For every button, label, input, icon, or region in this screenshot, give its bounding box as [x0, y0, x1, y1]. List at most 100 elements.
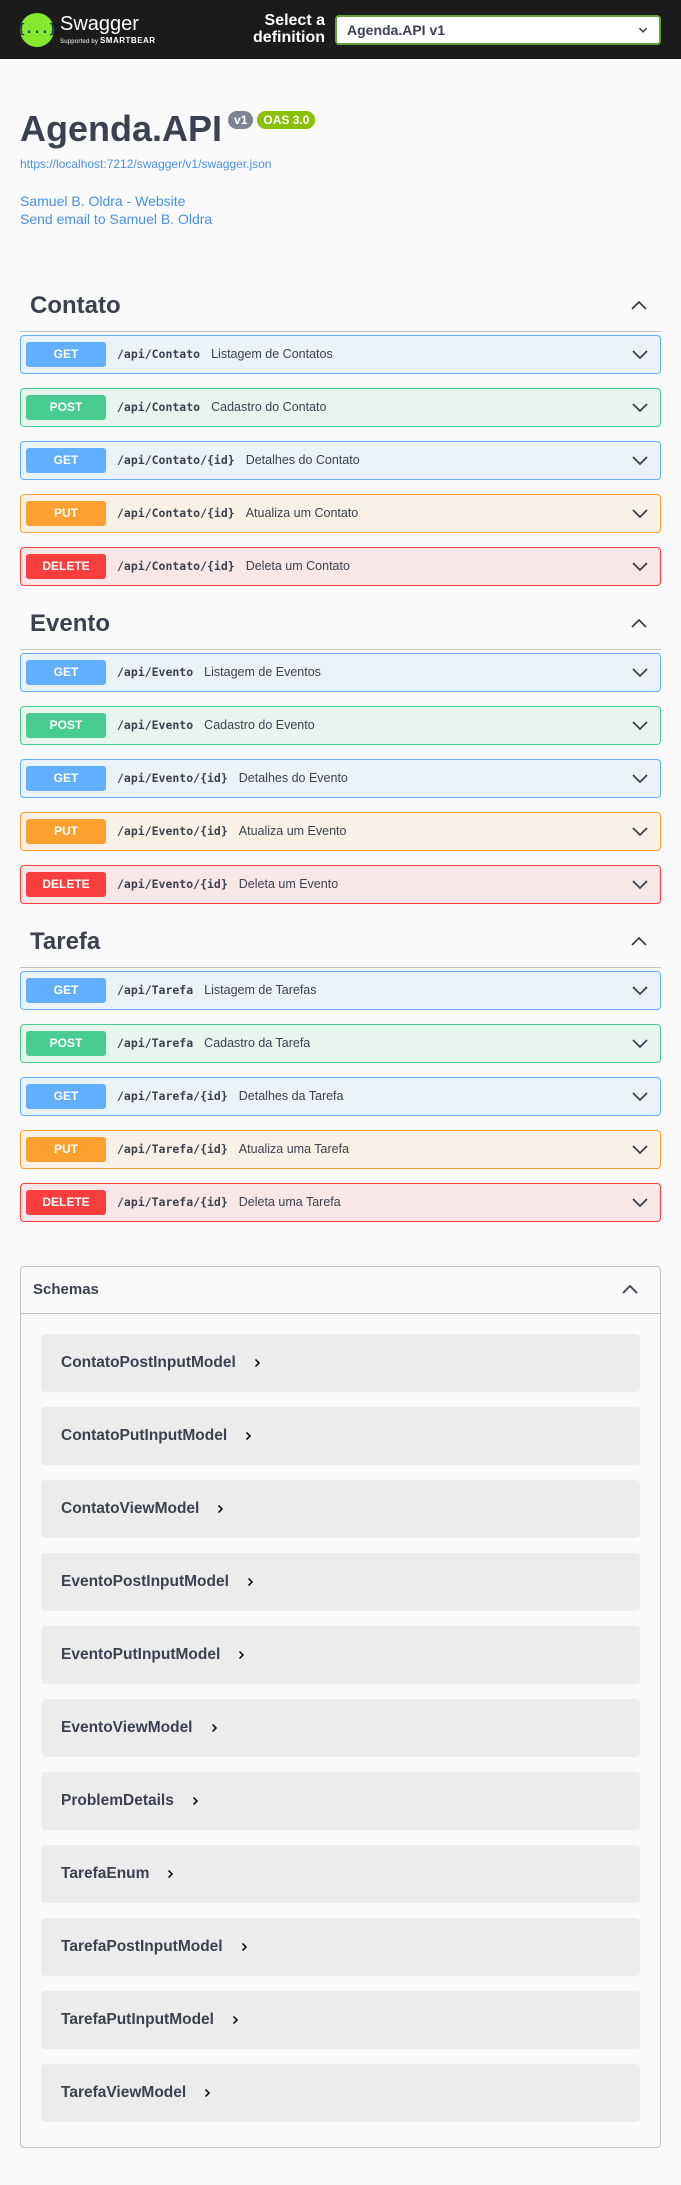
schema-model[interactable]: ProblemDetails — [41, 1771, 640, 1830]
operation-summary: Deleta um Evento — [238, 877, 339, 892]
method-badge: PUT — [26, 500, 106, 526]
operation-put-contato[interactable]: PUT/api/Contato/{id} Atualiza um Contato — [20, 493, 661, 533]
operation-post-tarefa[interactable]: POST/api/Tarefa Cadastro da Tarefa — [20, 1023, 661, 1063]
operation-delete-evento[interactable]: DELETE/api/Evento/{id} Deleta um Evento — [20, 864, 661, 904]
operation-summary: Cadastro da Tarefa — [204, 1036, 311, 1051]
method-badge: DELETE — [26, 1189, 106, 1215]
operation-delete-contato[interactable]: DELETE/api/Contato/{id} Deleta um Contato — [20, 546, 661, 586]
schema-model-name: ContatoPutInputModel — [61, 1426, 228, 1444]
operation-path: /api/Evento/{id} — [117, 877, 228, 892]
chevron-down-icon — [632, 1198, 648, 1208]
operation-summary: Cadastro do Evento — [204, 718, 315, 733]
chevron-down-icon — [632, 827, 648, 837]
schemas-header[interactable]: Schemas — [21, 1267, 660, 1314]
chevron-right-icon — [239, 1650, 245, 1659]
schema-model[interactable]: ContatoPostInputModel — [41, 1333, 640, 1392]
operation-path: /api/Evento — [117, 718, 194, 733]
operation-delete-tarefa[interactable]: DELETE/api/Tarefa/{id} Deleta uma Tarefa — [20, 1182, 661, 1222]
operation-path: /api/Contato — [117, 400, 201, 415]
swagger-logo[interactable]: {...} Swagger Supported by SMARTBEAR — [17, 12, 156, 47]
schema-model-name: TarefaPostInputModel — [61, 1937, 223, 1955]
schema-model[interactable]: TarefaEnum — [41, 1844, 640, 1903]
operation-get-tarefa[interactable]: GET/api/Tarefa Listagem de Tarefas — [20, 970, 661, 1010]
schema-model[interactable]: ContatoPutInputModel — [41, 1406, 640, 1465]
operation-summary: Detalhes da Tarefa — [238, 1089, 344, 1104]
schema-model-name: ProblemDetails — [61, 1791, 174, 1809]
tag-title: Evento — [30, 610, 111, 638]
operation-path: /api/Tarefa — [117, 983, 194, 998]
operation-put-evento[interactable]: PUT/api/Evento/{id} Atualiza um Evento — [20, 811, 661, 851]
schema-model[interactable]: EventoPostInputModel — [41, 1552, 640, 1611]
operation-path: /api/Tarefa/{id} — [117, 1195, 228, 1210]
operation-get-evento[interactable]: GET/api/Evento/{id} Detalhes do Evento — [20, 758, 661, 798]
operation-list: GET/api/Contato Listagem de Contatos POST /… — [20, 334, 661, 586]
brand-text: Swagger Supported by SMARTBEAR — [60, 14, 156, 45]
method-badge: GET — [26, 765, 106, 791]
schemas-list: ContatoPostInputModel ContatoPutInputMode… — [21, 1333, 660, 2122]
schema-model[interactable]: TarefaPutInputModel — [41, 1990, 640, 2049]
chevron-right-icon — [168, 1869, 174, 1878]
operation-get-contato[interactable]: GET/api/Contato/{id} Detalhes do Contato — [20, 440, 661, 480]
topbar: {...} Swagger Supported by SMARTBEAR Sel… — [0, 0, 681, 59]
operation-summary: Listagem de Tarefas — [204, 983, 317, 998]
operation-summary: Detalhes do Contato — [245, 453, 360, 468]
chevron-right-icon — [246, 1431, 252, 1440]
schema-model[interactable]: TarefaViewModel — [41, 2063, 640, 2122]
definition-select[interactable]: Agenda.API v1 — [335, 14, 661, 45]
schema-model[interactable]: ContatoViewModel — [41, 1479, 640, 1538]
method-badge: POST — [26, 1030, 106, 1056]
tag-header-evento[interactable]: Evento — [20, 600, 661, 650]
chevron-down-icon — [632, 1039, 648, 1049]
chevron-up-icon — [631, 300, 647, 310]
method-badge: GET — [26, 659, 106, 685]
swagger-logo-icon: {...} — [17, 12, 57, 47]
operation-path: /api/Tarefa/{id} — [117, 1142, 228, 1157]
contact-email-link[interactable]: Send email to Samuel B. Oldra — [20, 210, 661, 228]
operation-summary: Deleta uma Tarefa — [238, 1195, 341, 1210]
chevron-right-icon — [205, 2088, 211, 2097]
operation-summary: Detalhes do Evento — [238, 771, 348, 786]
chevron-down-icon — [632, 721, 648, 731]
method-badge: GET — [26, 341, 106, 367]
schema-model[interactable]: EventoViewModel — [41, 1698, 640, 1757]
chevron-down-icon — [632, 1092, 648, 1102]
method-badge: PUT — [26, 1136, 106, 1162]
schema-model-name: TarefaViewModel — [61, 2083, 187, 2101]
tag-header-tarefa[interactable]: Tarefa — [20, 918, 661, 968]
operation-list: GET/api/Evento Listagem de Eventos POST/ap… — [20, 652, 661, 904]
schema-model-name: EventoViewModel — [61, 1718, 193, 1736]
operation-post-contato[interactable]: POST/api/Contato Cadastro do Contato — [20, 387, 661, 427]
chevron-up-icon — [622, 1284, 638, 1294]
tag-header-contato[interactable]: Contato — [20, 282, 661, 332]
schema-model-name: EventoPostInputModel — [61, 1572, 229, 1590]
operation-post-evento[interactable]: POST/api/Evento Cadastro do Evento — [20, 705, 661, 745]
schema-model-name: TarefaEnum — [61, 1864, 150, 1882]
method-badge: DELETE — [26, 553, 106, 579]
chevron-up-icon — [631, 936, 647, 946]
operation-path: /api/Contato — [117, 347, 201, 362]
contact-website-link[interactable]: Samuel B. Oldra - Website — [20, 192, 661, 210]
chevron-right-icon — [247, 1577, 253, 1586]
title-row: Agenda.API v1 OAS 3.0 — [20, 109, 661, 149]
chevron-down-icon — [632, 403, 648, 413]
operation-summary: Listagem de Eventos — [204, 665, 321, 680]
operation-summary: Deleta um Contato — [245, 559, 350, 574]
operation-get-contato[interactable]: GET/api/Contato Listagem de Contatos — [20, 334, 661, 374]
brand-sub: Supported by SMARTBEAR — [60, 37, 156, 46]
operation-path: /api/Tarefa — [117, 1036, 194, 1051]
method-badge: GET — [26, 1083, 106, 1109]
tag-title: Tarefa — [30, 928, 101, 956]
operation-put-tarefa[interactable]: PUT/api/Tarefa/{id} Atualiza uma Tarefa — [20, 1129, 661, 1169]
chevron-right-icon — [232, 2015, 239, 2024]
operation-get-evento[interactable]: GET/api/Evento Listagem de Eventos — [20, 652, 661, 692]
schema-model[interactable]: TarefaPostInputModel — [41, 1917, 640, 1976]
definition-label: Select a definition — [253, 12, 325, 47]
operation-path: /api/Contato/{id} — [117, 453, 235, 468]
spec-url-link[interactable]: https://localhost:7212/swagger/v1/swagge… — [20, 157, 661, 171]
operation-get-tarefa[interactable]: GET/api/Tarefa/{id} Detalhes da Tarefa — [20, 1076, 661, 1116]
method-badge: PUT — [26, 818, 106, 844]
operation-path: /api/Contato/{id} — [117, 559, 235, 574]
method-badge: GET — [26, 977, 106, 1003]
operation-summary: Listagem de Contatos — [211, 347, 333, 362]
schema-model[interactable]: EventoPutInputModel — [41, 1625, 640, 1684]
